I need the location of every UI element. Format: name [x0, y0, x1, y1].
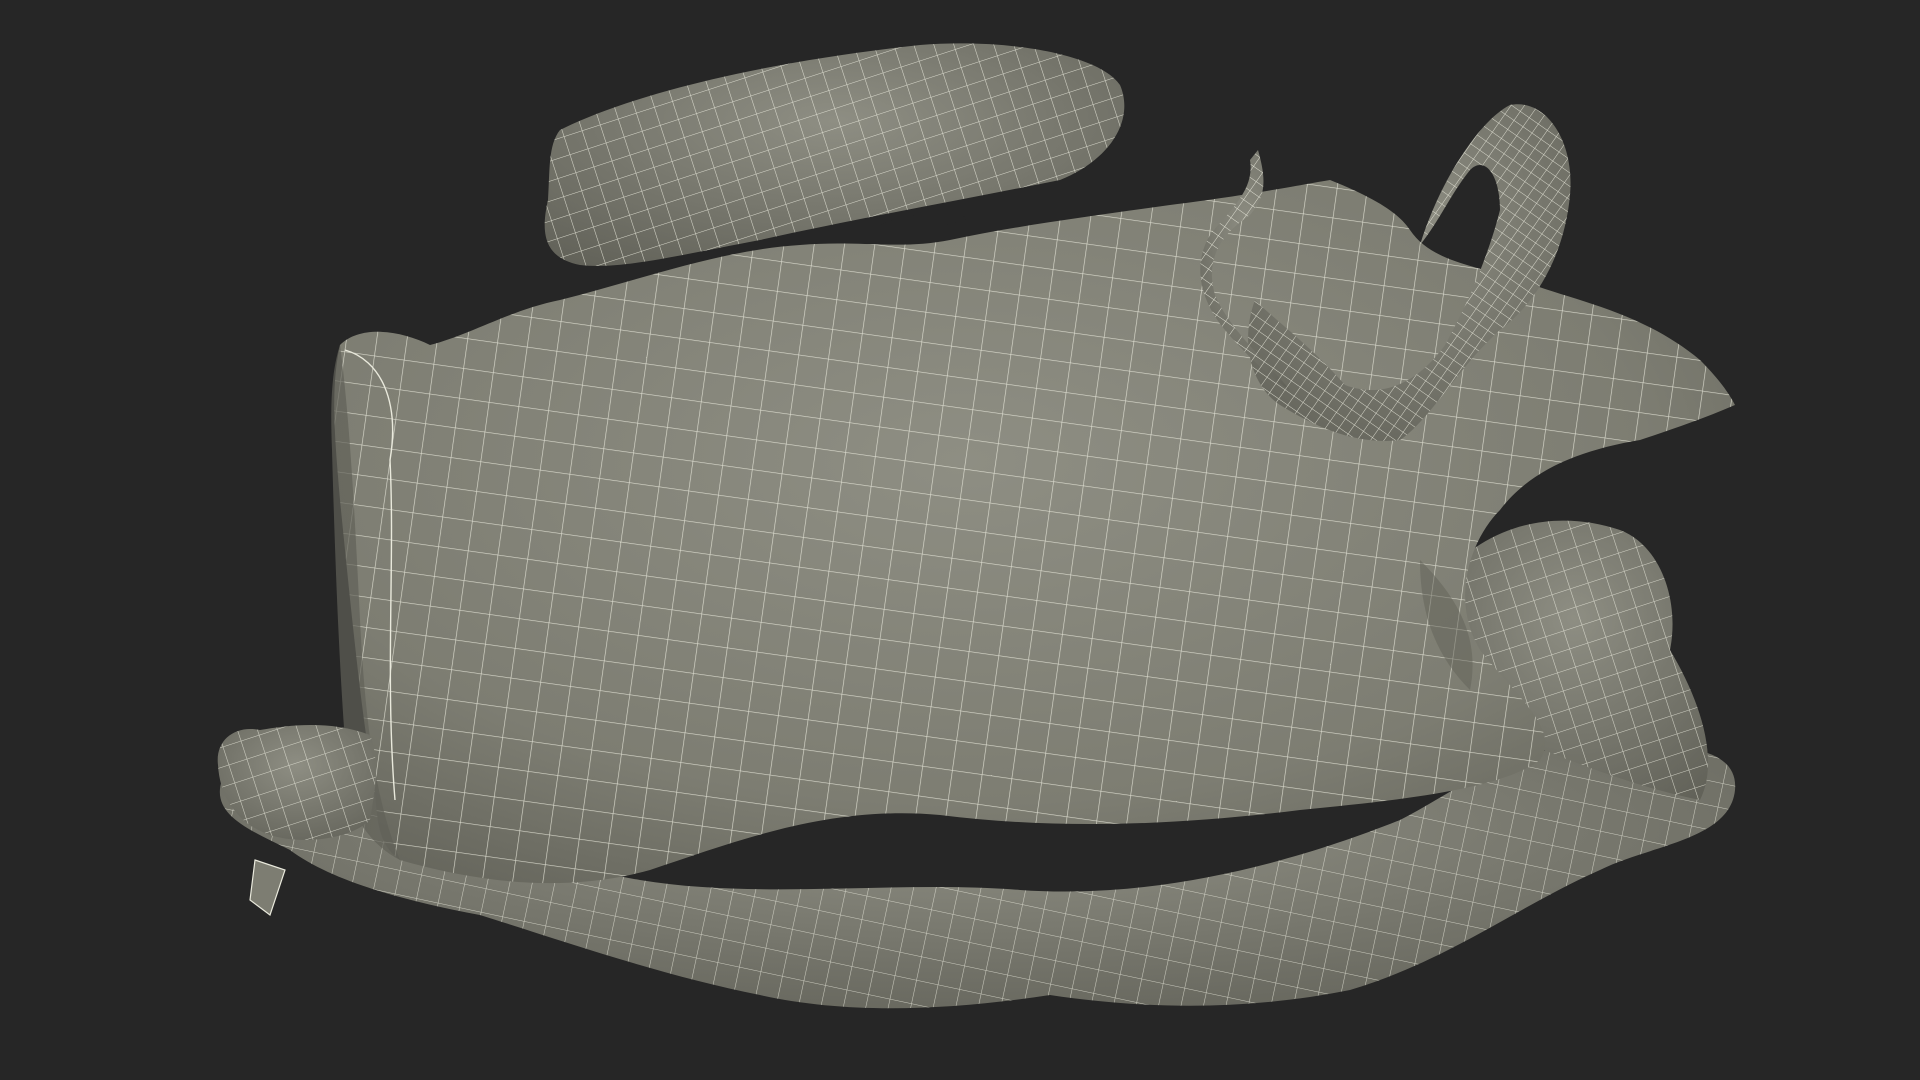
wireframe-model-render — [0, 0, 1920, 1080]
render-viewport — [0, 0, 1920, 1080]
